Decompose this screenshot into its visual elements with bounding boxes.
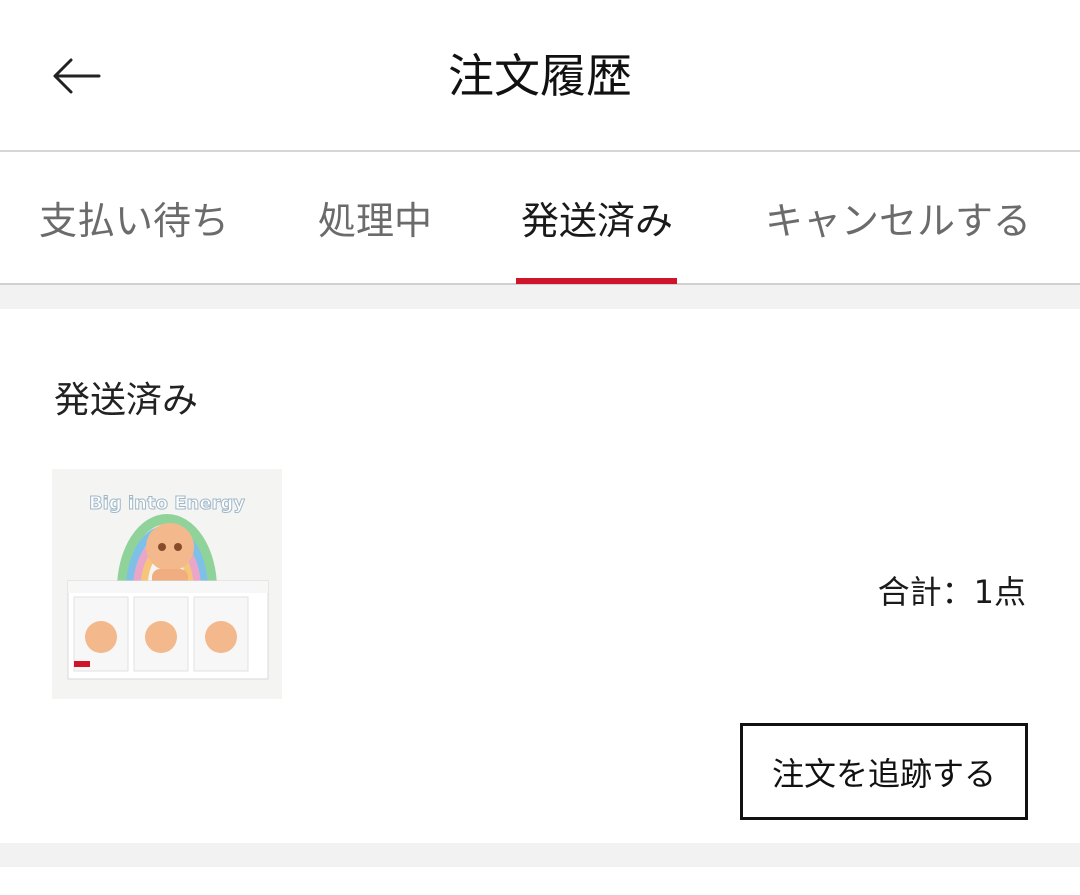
product-image[interactable]: Big into Energy [52, 469, 282, 699]
order-quantity: 合計：1点 [878, 567, 1026, 613]
tab-awaiting-payment[interactable]: 支払い待ち [18, 152, 250, 283]
quantity-value: 1点 [973, 573, 1026, 611]
svg-text:Big into Energy: Big into Energy [89, 493, 245, 514]
arrow-left-icon [53, 58, 101, 94]
track-order-button[interactable]: 注文を追跡する [740, 723, 1028, 820]
app-header: 注文履歴 [0, 0, 1080, 152]
tab-processing[interactable]: 処理中 [300, 152, 450, 283]
back-button[interactable] [40, 44, 112, 108]
quantity-label: 合計： [877, 573, 974, 611]
section-divider-bottom [0, 843, 1080, 867]
active-tab-indicator [516, 278, 677, 284]
order-status: 発送済み [54, 380, 199, 421]
order-card: 発送済み Big into Energy 合計：1点 注文を追跡する [0, 309, 1080, 843]
next-card-top [0, 867, 1080, 895]
page-title: 注文履歴 [448, 49, 632, 103]
order-tabs: 支払い待ち 処理中 発送済み キャンセルする [0, 152, 1080, 285]
tab-shipped[interactable]: 発送済み [508, 152, 686, 283]
tab-cancel[interactable]: キャンセルする [748, 152, 1048, 283]
section-divider [0, 285, 1080, 309]
product-box-illustration: Big into Energy [52, 469, 282, 699]
